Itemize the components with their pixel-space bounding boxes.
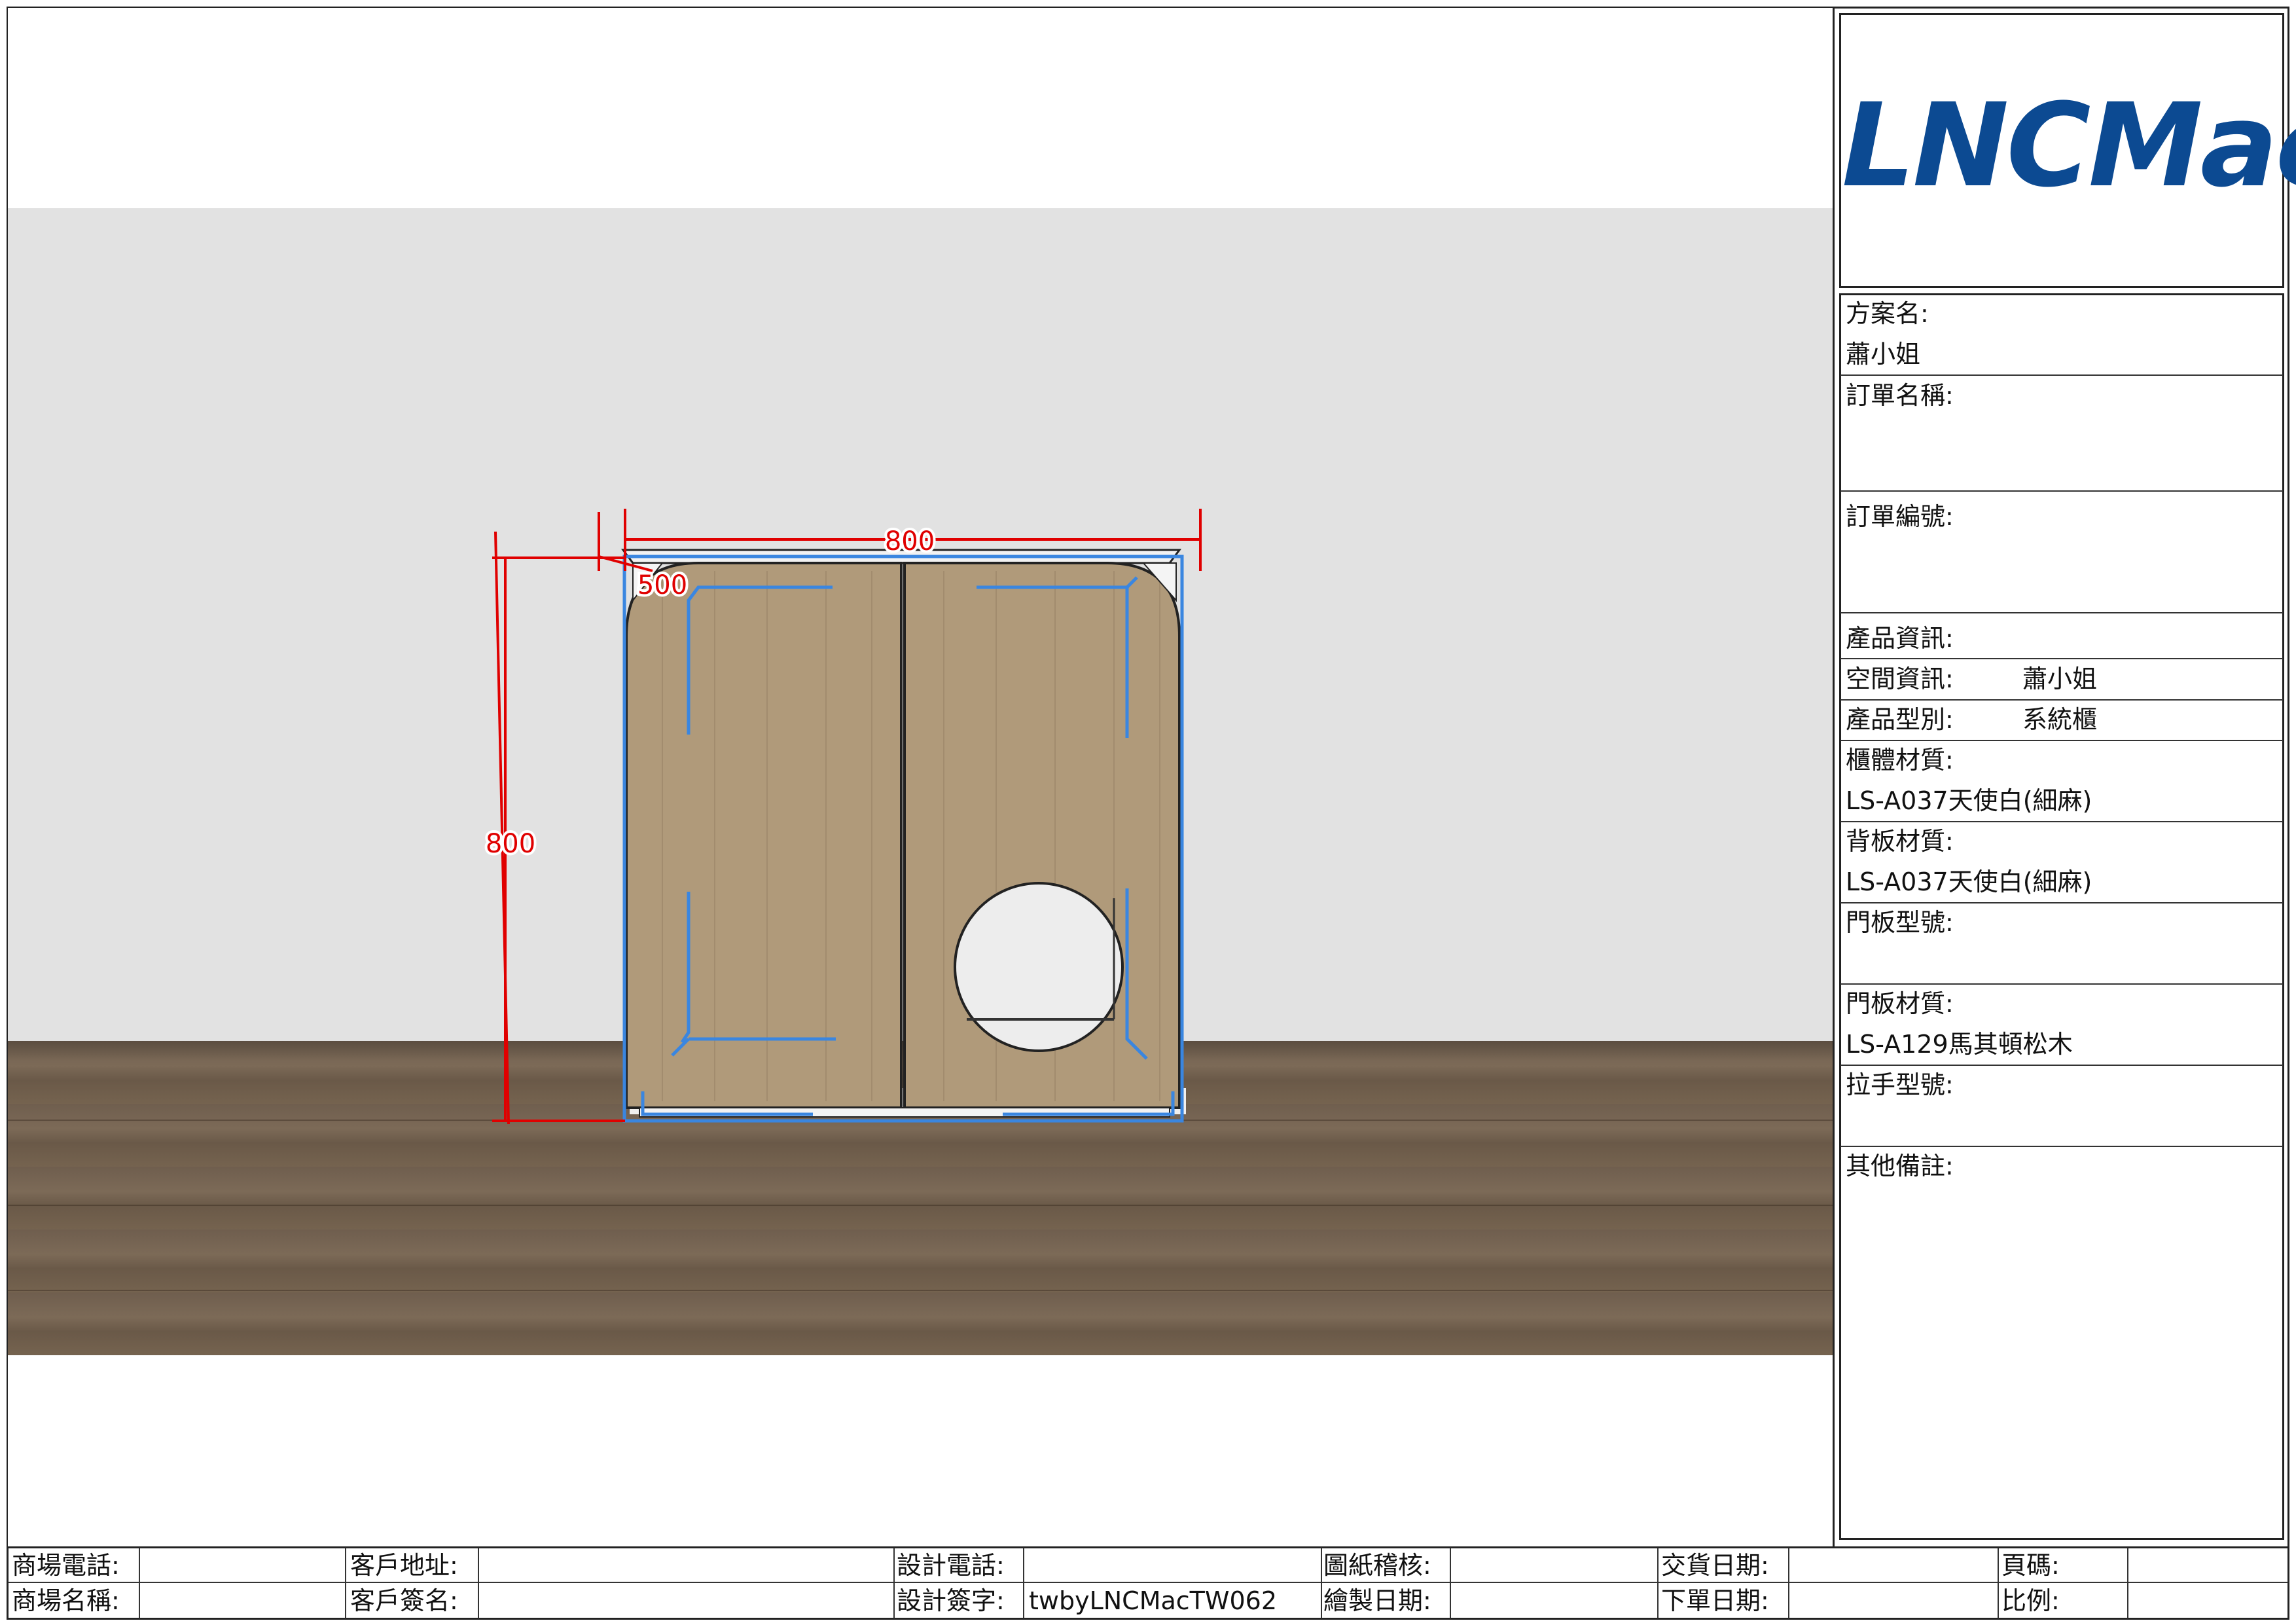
design-signature-label: 設計簽字: [897,1586,1005,1615]
project-name-value: 蕭小姐 [1846,340,1921,369]
width-dimension-label: 800 [885,526,935,556]
cabinet-drawing-svg: 800 800 500 [483,509,1202,1125]
brand-logo: LNCMac [1842,79,2296,213]
cabinet-material-value: LS-A037天使白(細麻) [1846,786,2092,815]
store-name-label: 商場名稱: [12,1586,120,1615]
page-label: 頁碼: [2001,1551,2060,1580]
handle-model-label: 拉手型號: [1846,1070,1954,1099]
scale-label: 比例: [2001,1586,2060,1615]
back-material-value: LS-A037天使白(細麻) [1846,867,2092,896]
order-number-label: 訂單編號: [1846,502,1954,531]
height-dimension-label: 800 [486,829,535,859]
remarks-label: 其他備註: [1846,1152,1954,1180]
left-door [625,562,903,1109]
door-model-label: 門板型號: [1846,908,1954,937]
drawing-sheet: 800 800 500 LNCMac 方案名: 蕭小姐 訂單名稱: 訂單編號: … [0,0,2296,1623]
footer-top-line [7,1546,2289,1548]
order-name-label: 訂單名稱: [1846,381,1954,410]
product-type-label: 產品型別: [1846,705,1954,734]
cabinet-rendering: 800 800 500 [8,8,1833,1546]
frame-divider [1833,7,1835,1546]
drawing-review-label: 圖紙稽核: [1323,1551,1431,1580]
footer-middle-line [8,1582,2288,1583]
customer-signature-label: 客戶簽名: [350,1586,458,1615]
store-phone-label: 商場電話: [12,1551,120,1580]
cabinet-material-label: 櫃體材質: [1846,746,1954,775]
project-name-label: 方案名: [1846,299,1929,328]
depth-dimension-label: 500 [637,570,687,600]
delivery-date-label: 交貨日期: [1661,1551,1769,1580]
back-material-label: 背板材質: [1846,827,1954,856]
space-info-value: 蕭小姐 [2022,665,2098,693]
order-date-label: 下單日期: [1661,1586,1769,1615]
frame-right [2287,7,2289,1620]
customer-address-label: 客戶地址: [350,1551,458,1580]
draw-date-label: 繪製日期: [1323,1586,1431,1615]
door-material-value: LS-A129馬其頓松木 [1846,1030,2073,1059]
frame-bottom [7,1618,2289,1620]
design-phone-label: 設計電話: [897,1551,1005,1580]
door-material-label: 門板材質: [1846,989,1954,1018]
circular-opening [954,882,1124,1052]
design-signature-value: twbyLNCMacTW062 [1029,1586,1277,1615]
product-info-label: 產品資訊: [1846,624,1954,653]
space-info-label: 空間資訊: [1846,665,1954,693]
product-type-value: 系統櫃 [2022,705,2098,734]
